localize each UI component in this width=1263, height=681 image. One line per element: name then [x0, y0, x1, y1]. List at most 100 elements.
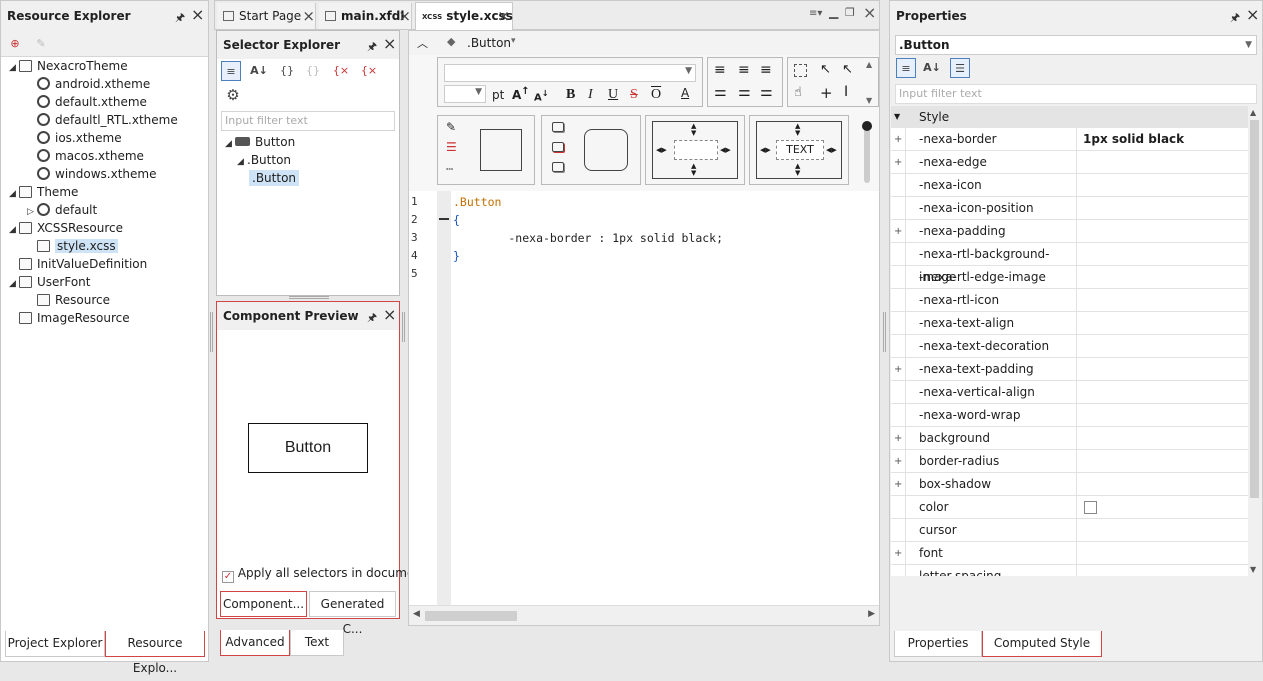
maximize-icon[interactable]: ❐ [845, 6, 855, 19]
right-splitter[interactable] [883, 312, 886, 352]
radius-preview-box[interactable] [584, 129, 628, 171]
expand-icon[interactable]: ◢ [9, 275, 19, 293]
tree-item[interactable]: ios.xtheme [27, 129, 122, 147]
sort-alpha-icon[interactable]: A↓ [249, 61, 269, 81]
tree-item[interactable]: ▷ default [27, 201, 97, 219]
fold-minus-icon[interactable] [439, 218, 449, 222]
property-pages-icon[interactable]: ☰ [950, 58, 970, 78]
border-dash-icon[interactable]: ┄ [446, 162, 453, 176]
tab-resource-explorer[interactable]: Resource Explo... [105, 631, 205, 675]
property-row[interactable]: -nexa-text-decoration [891, 335, 1248, 358]
arrow-cursor-alt-icon[interactable]: ↖ [842, 62, 853, 77]
close-icon[interactable]: × [398, 3, 411, 29]
close-icon[interactable]: × [383, 34, 396, 53]
border-color-icon[interactable]: ✎ [446, 120, 456, 134]
tree-item[interactable]: windows.xtheme [27, 165, 156, 183]
close-icon[interactable]: × [497, 3, 510, 29]
property-row[interactable]: color [891, 496, 1248, 519]
strike-icon[interactable]: S [630, 87, 638, 103]
property-row[interactable]: -nexa-icon [891, 174, 1248, 197]
collapse-toolbar-icon[interactable]: ︿ [417, 35, 428, 51]
tab-component[interactable]: Component... [220, 591, 307, 617]
border-preview-box[interactable] [480, 129, 522, 171]
expand-plus-icon[interactable]: + [894, 542, 904, 565]
delete-selector-icon[interactable]: {× [331, 61, 351, 81]
valign-middle-icon[interactable]: ⚌ [738, 84, 751, 100]
copy-selector-icon[interactable]: {} [303, 61, 323, 81]
underline-icon[interactable]: U [608, 87, 618, 103]
selector-tree-item[interactable]: .Button [249, 169, 300, 187]
scroll-up-icon[interactable]: ▲ [866, 60, 872, 69]
gear-icon[interactable]: ⚙ [223, 85, 243, 105]
font-family-select[interactable]: ▼ [444, 64, 696, 82]
tab-list-icon[interactable]: ≡▾ [809, 8, 822, 19]
tree-item[interactable]: ◢ Theme [9, 183, 78, 201]
code-editor[interactable]: 1 .Button 2 {3 -nexa-border : 1px solid bla… [409, 191, 879, 605]
property-row[interactable]: -nexa-word-wrap [891, 404, 1248, 427]
arrow-cursor-icon[interactable]: ↖ [820, 62, 831, 77]
sort-selector-icon[interactable]: ≡ [221, 61, 241, 81]
expand-icon[interactable]: ◢ [9, 185, 19, 203]
text-padding-bottom-arrows[interactable]: ▲ ▼ [795, 163, 800, 177]
property-row[interactable]: -nexa-text-align [891, 312, 1248, 335]
property-row[interactable]: + -nexa-padding [891, 220, 1248, 243]
select-area-icon[interactable] [794, 64, 807, 77]
expand-icon[interactable]: ◢ [237, 153, 247, 171]
text-cursor-icon[interactable]: I [844, 84, 848, 100]
property-row[interactable]: -nexa-rtl-edge-image [891, 266, 1248, 289]
expand-plus-icon[interactable]: + [894, 358, 904, 381]
tab-generated-code[interactable]: Generated C... [309, 591, 396, 636]
properties-filter-input[interactable]: Input filter text [895, 84, 1257, 104]
pin-icon[interactable]: 🖈 [1230, 9, 1240, 28]
expand-icon[interactable]: ◢ [9, 221, 19, 239]
padding-bottom-arrows[interactable]: ▲ ▼ [691, 163, 696, 177]
property-row[interactable]: + box-shadow [891, 473, 1248, 496]
tab-start-page[interactable]: Start Page × [217, 3, 316, 29]
color-swatch[interactable] [1084, 501, 1097, 514]
pin-icon[interactable]: 🖈 [175, 9, 185, 28]
shadow-icon-2[interactable] [552, 142, 564, 152]
tab-style-xcss[interactable]: XCSS style.xcss × [415, 2, 513, 31]
align-left-icon[interactable]: ≡ [714, 62, 726, 78]
minimize-icon[interactable]: ▁ [829, 5, 838, 19]
property-value[interactable]: 1px solid black [1083, 128, 1184, 151]
padding-left-arrows[interactable]: ◀▶ [656, 146, 667, 154]
selector-tree-item[interactable]: ◢ Button [225, 133, 295, 151]
tab-main-xfdl[interactable]: main.xfdl × [319, 3, 412, 29]
close-editor-icon[interactable]: × [863, 3, 876, 22]
padding-right-arrows[interactable]: ◀▶ [720, 146, 731, 154]
close-icon[interactable]: × [191, 5, 204, 24]
valign-bottom-icon[interactable]: ⚌ [760, 84, 773, 100]
expand-plus-icon[interactable]: + [894, 220, 904, 243]
overline-icon[interactable]: O [651, 87, 661, 103]
hand-cursor-icon[interactable]: ☝ [794, 85, 802, 100]
tab-project-explorer[interactable]: Project Explorer [5, 631, 105, 657]
close-icon[interactable]: × [383, 305, 396, 324]
pin-icon[interactable]: 🖈 [367, 38, 377, 57]
preview-button[interactable]: Button [248, 423, 368, 473]
font-size-select[interactable]: ▼ [444, 85, 486, 103]
tab-properties[interactable]: Properties [894, 631, 982, 657]
property-row[interactable]: + -nexa-edge [891, 151, 1248, 174]
property-row[interactable]: -nexa-icon-position [891, 197, 1248, 220]
expand-plus-icon[interactable]: + [894, 450, 904, 473]
increase-font-icon[interactable]: A↑ [512, 86, 530, 102]
decrease-font-icon[interactable]: A↓ [534, 88, 549, 103]
valign-top-icon[interactable]: ⚌ [714, 84, 727, 100]
tree-item[interactable]: ◢ XCSSResource [9, 219, 123, 237]
property-row[interactable]: -nexa-vertical-align [891, 381, 1248, 404]
horizontal-splitter[interactable] [289, 296, 329, 299]
property-row[interactable]: cursor [891, 519, 1248, 542]
text-padding-right-arrows[interactable]: ◀▶ [826, 146, 837, 154]
property-row[interactable]: + background [891, 427, 1248, 450]
sort-category-icon[interactable]: ≡ [896, 58, 916, 78]
close-icon[interactable]: × [302, 3, 315, 29]
edit-resource-icon[interactable]: ✎ [31, 34, 51, 54]
section-collapse-icon[interactable]: ▼ [894, 106, 900, 128]
property-row[interactable]: + -nexa-border 1px solid black [891, 128, 1248, 151]
property-row[interactable]: -nexa-rtl-icon [891, 289, 1248, 312]
tree-item[interactable]: android.xtheme [27, 75, 150, 93]
selector-tree-item[interactable]: ◢ .Button [237, 151, 291, 169]
border-style-icon[interactable]: ☰ [446, 140, 457, 154]
italic-icon[interactable]: I [588, 87, 593, 103]
